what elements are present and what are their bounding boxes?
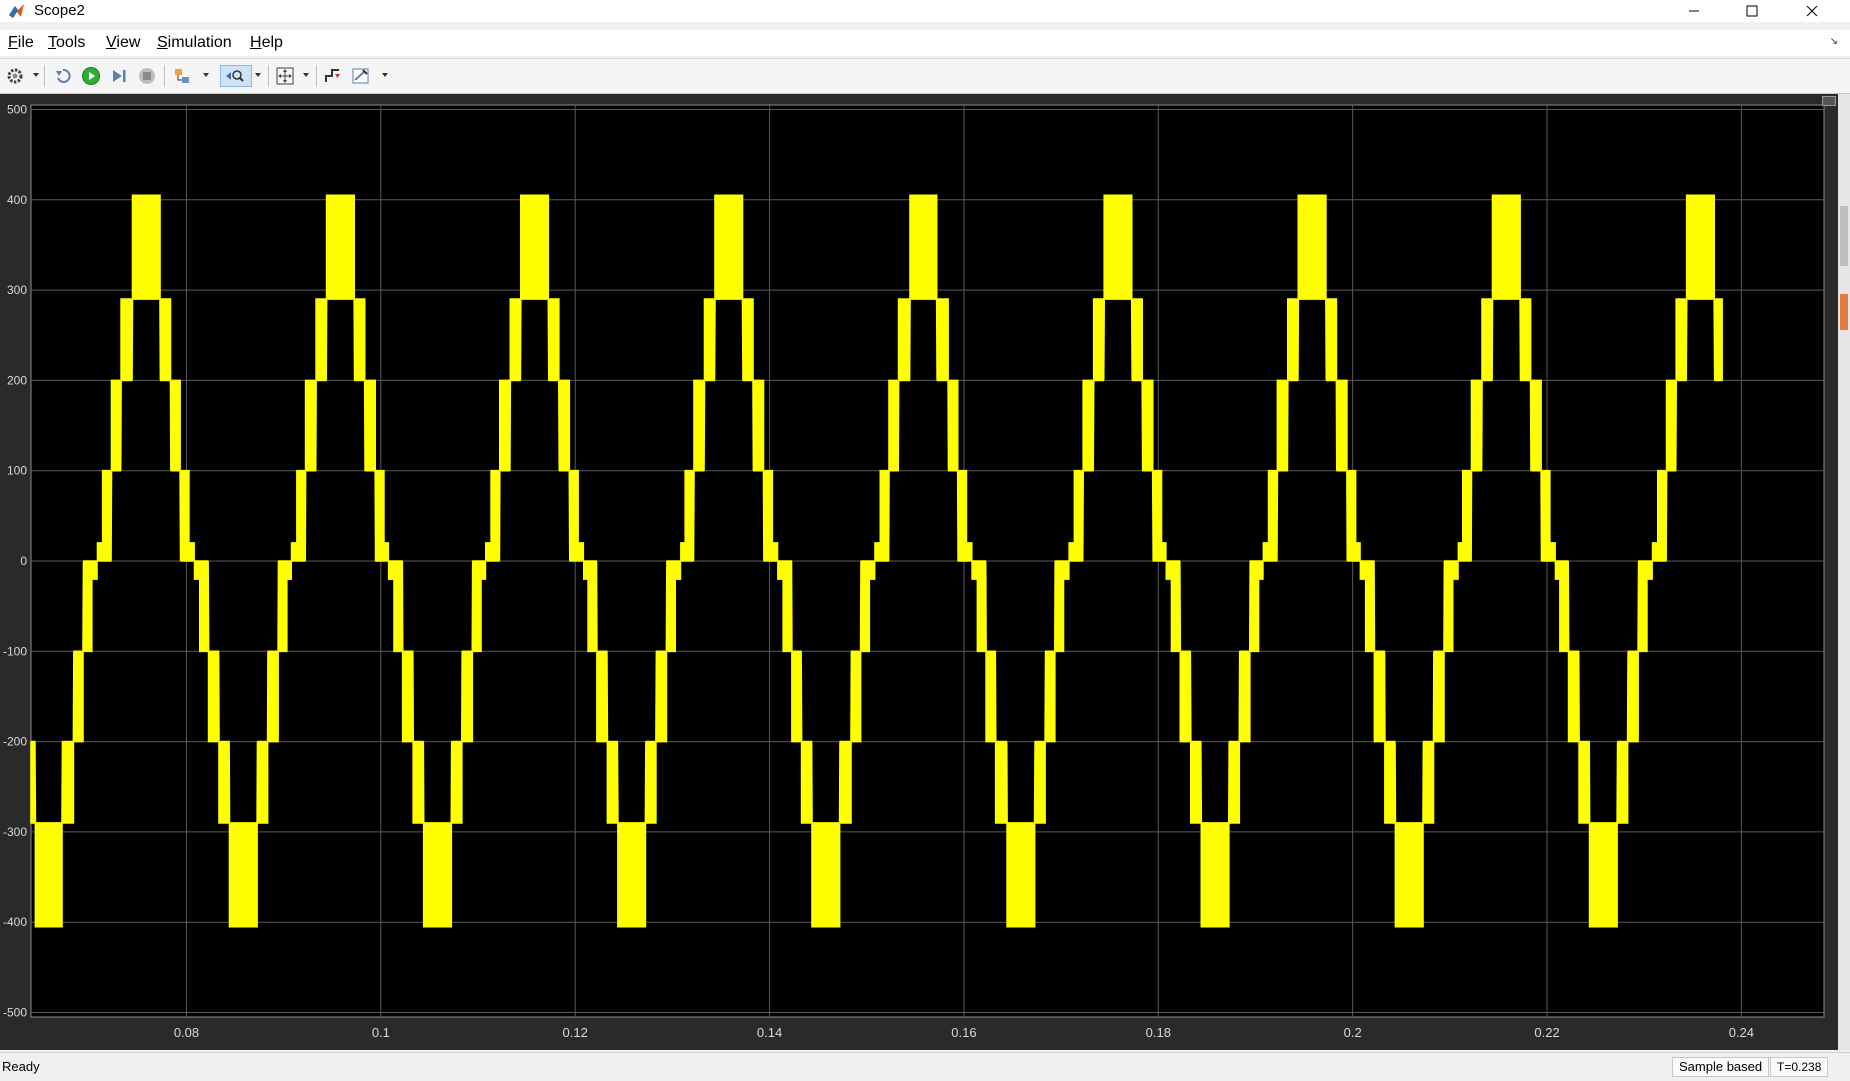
zoom-icon [226,70,244,82]
close-icon [1806,5,1818,17]
y-tick-label: 100 [7,464,27,478]
y-tick-label: 500 [7,103,27,117]
toolbar-separator [164,65,165,87]
status-text: Ready [2,1059,40,1074]
x-tick-label: 0.16 [951,1025,976,1040]
menu-help[interactable]: Help [250,33,283,53]
run-icon [82,67,100,85]
x-tick-label: 0.12 [563,1025,588,1040]
x-tick-label: 0.22 [1534,1025,1559,1040]
triggers-icon [325,69,340,82]
step-forward-button[interactable] [108,65,130,87]
autoscale-button[interactable] [274,65,296,87]
y-tick-label: -200 [3,735,27,749]
scope-display: 0.08 0.1 0.12 0.14 0.16 0.18 0.2 0.22 0.24 500 400… [0,94,1850,1050]
sample-mode-indicator: Sample based [1672,1057,1770,1077]
y-tick-label: 300 [7,283,27,297]
minimize-icon [1689,10,1699,12]
window-title: Scope2 [34,2,85,19]
x-tick-label: 0.24 [1729,1025,1754,1040]
settings-dropdown-icon[interactable] [33,73,39,77]
y-tick-label: -300 [3,825,27,839]
stop-button[interactable] [136,65,158,87]
zoom-button[interactable] [220,65,252,87]
menu-simulation[interactable]: Simulation [157,33,232,53]
measurements-dropdown-icon[interactable] [382,73,388,77]
highlight-simulink-block-icon [175,69,189,83]
maximize-icon [1746,5,1758,17]
vertical-scrollbar[interactable] [1838,94,1850,1050]
y-tick-label: 200 [7,373,27,387]
toolbar-separator [268,65,269,87]
undock-icon[interactable]: ↘ [1830,36,1838,47]
settings-button[interactable] [4,65,26,87]
stop-icon [139,68,155,84]
step-forward-icon [113,70,126,82]
toolbar-separator [44,65,45,87]
toolbar [0,58,1850,94]
measurements-button[interactable] [350,65,372,87]
y-tick-label: -500 [3,1005,27,1019]
close-button[interactable] [1788,0,1836,22]
scrollbar-thumb[interactable] [1840,206,1848,266]
step-back-icon [56,68,71,83]
menu-bar: File Tools View Simulation Help ↘ [0,30,1850,56]
toolbar-separator [316,65,317,87]
status-bar: Ready Sample based T=0.238 [0,1052,1850,1081]
matlab-icon [9,4,24,18]
triggers-button[interactable] [322,65,344,87]
autoscale-dropdown-icon[interactable] [303,73,309,77]
zoom-dropdown-icon[interactable] [255,73,261,77]
y-tick-label: -400 [3,915,27,929]
step-back-button[interactable] [52,65,74,87]
highlight-block-button[interactable] [172,65,194,87]
x-tick-label: 0.2 [1344,1025,1362,1040]
menu-tools[interactable]: Tools [48,33,85,53]
highlight-dropdown-icon[interactable] [203,73,209,77]
x-tick-label: 0.08 [174,1025,199,1040]
y-tick-label: 0 [20,554,27,568]
simulation-time: T=0.238 [1770,1057,1829,1077]
title-bar: Scope2 [0,0,1850,22]
y-tick-label: 400 [7,193,27,207]
x-tick-label: 0.18 [1146,1025,1171,1040]
maximize-axes-icon[interactable] [1822,96,1836,106]
y-tick-label: -100 [3,644,27,658]
minimize-button[interactable] [1670,0,1718,22]
measurements-icon [352,68,369,84]
x-tick-label: 0.14 [757,1025,782,1040]
settings-icon [7,68,23,84]
menu-view[interactable]: View [106,33,140,53]
autoscale-icon [276,67,294,85]
scrollbar-marker [1840,294,1848,330]
menu-file[interactable]: File [8,33,34,53]
scope-plot[interactable]: 0.08 0.1 0.12 0.14 0.16 0.18 0.2 0.22 0.24 500 400… [0,94,1838,1050]
run-button[interactable] [80,65,102,87]
maximize-button[interactable] [1728,0,1776,22]
x-tick-label: 0.1 [372,1025,390,1040]
